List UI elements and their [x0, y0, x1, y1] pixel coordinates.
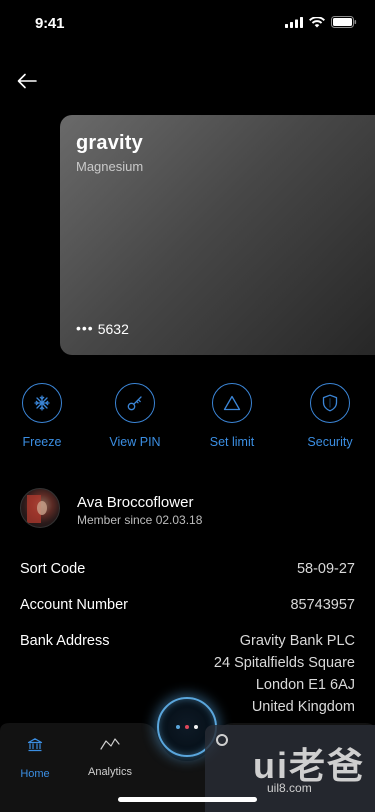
triangle-icon — [223, 395, 241, 411]
status-icons — [285, 16, 357, 28]
card-number: ••• 5632 — [76, 320, 129, 337]
shield-icon — [322, 394, 338, 412]
more-dots-icon — [176, 725, 198, 729]
sort-code-label: Sort Code — [20, 561, 86, 577]
key-icon — [127, 396, 142, 411]
address-line: London E1 6AJ — [255, 677, 355, 693]
bank-icon — [27, 738, 43, 752]
account-number-value: 85743957 — [290, 597, 355, 613]
card-last-digits: 5632 — [97, 321, 129, 337]
security-label: Security — [307, 435, 353, 449]
watermark-url: uil8.com — [267, 781, 312, 795]
battery-icon — [331, 16, 357, 28]
card-actions: Freeze View PIN Set limit Security — [0, 383, 375, 453]
tab-home[interactable]: Home — [0, 737, 70, 780]
profile-name: Ava Broccoflower — [77, 494, 194, 511]
card-tier: Magnesium — [76, 159, 144, 174]
view-pin-label: View PIN — [109, 435, 161, 449]
tab-analytics[interactable]: Analytics — [75, 737, 145, 778]
bank-address-value: Gravity Bank PLC 24 Spitalfields Square … — [214, 630, 355, 718]
set-limit-button[interactable]: Set limit — [187, 383, 277, 449]
wifi-icon — [309, 16, 325, 27]
address-line: Gravity Bank PLC — [239, 633, 355, 649]
status-time: 9:41 — [35, 15, 65, 32]
profile-section: Ava Broccoflower Member since 02.03.18 — [20, 488, 360, 532]
bank-card[interactable]: gravity Magnesium ••• 5632 — [60, 115, 375, 355]
bank-address-label: Bank Address — [20, 633, 110, 649]
freeze-button[interactable]: Freeze — [0, 383, 87, 449]
view-pin-button[interactable]: View PIN — [90, 383, 180, 449]
address-line: 24 Spitalfields Square — [213, 655, 355, 671]
address-line: United Kingdom — [251, 699, 355, 715]
back-button[interactable] — [16, 70, 42, 94]
avatar — [20, 488, 60, 528]
cellular-signal-icon — [285, 16, 303, 28]
sort-code-value: 58-09-27 — [296, 561, 355, 577]
security-button[interactable]: Security — [285, 383, 375, 449]
tab-home-label: Home — [20, 768, 50, 780]
watermark-badge-icon — [216, 734, 228, 746]
set-limit-label: Set limit — [209, 435, 255, 449]
member-since: Member since 02.03.18 — [77, 513, 203, 527]
card-brand: gravity — [76, 132, 143, 154]
home-indicator — [118, 797, 257, 802]
chart-line-icon — [100, 738, 120, 750]
card-masked-dots: ••• — [76, 320, 94, 336]
snowflake-icon — [34, 395, 50, 411]
status-bar: 9:41 — [0, 0, 375, 44]
account-number-label: Account Number — [20, 597, 128, 613]
arrow-left-icon — [17, 73, 37, 89]
tab-analytics-label: Analytics — [87, 766, 133, 778]
freeze-label: Freeze — [22, 435, 62, 449]
